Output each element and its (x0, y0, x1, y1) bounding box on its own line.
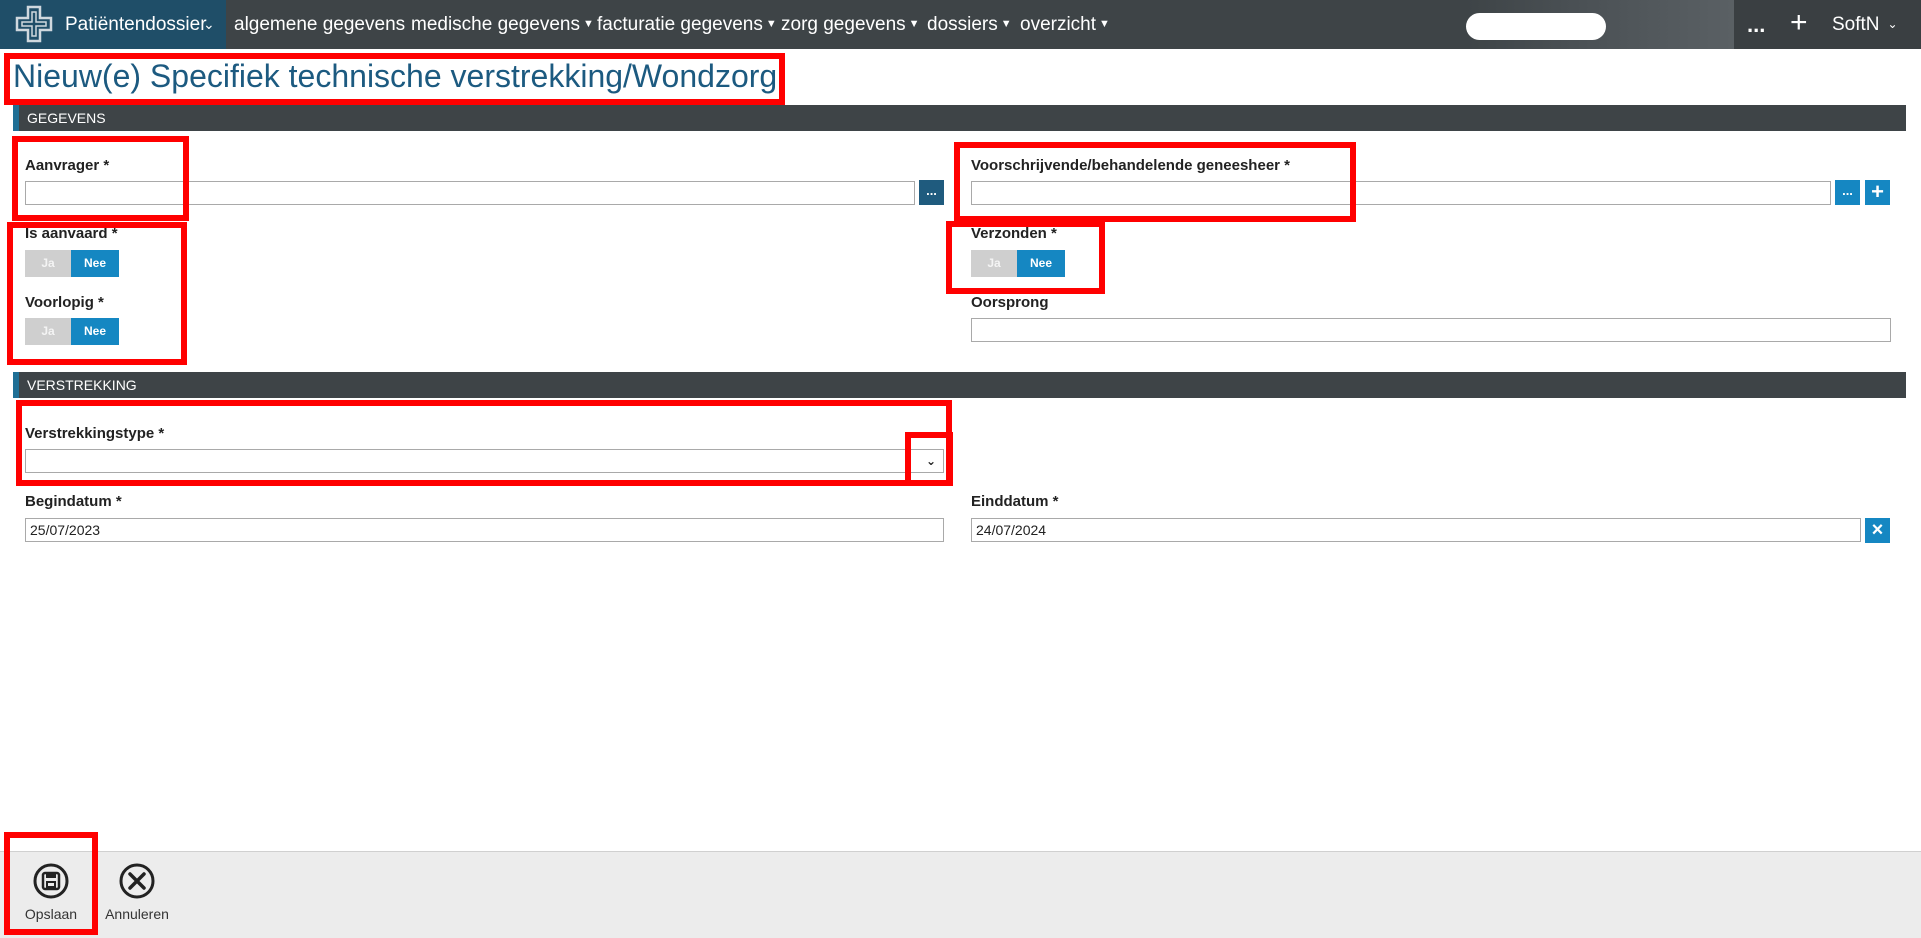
close-icon (119, 863, 155, 899)
menu-zorg-gegevens[interactable]: zorg gegevens ▼ (781, 14, 920, 36)
oorsprong-label: Oorsprong (971, 294, 1049, 311)
chevron-down-icon: ⌄ (203, 16, 215, 32)
verzonden-nee-option[interactable]: Nee (1017, 250, 1065, 277)
save-icon (33, 863, 69, 899)
search-input[interactable] (1466, 13, 1606, 40)
caret-down-icon: ▼ (765, 18, 777, 30)
aanvrager-lookup-button[interactable]: ... (919, 180, 944, 205)
menu-algemene-gegevens[interactable]: algemene gegevens (234, 14, 405, 36)
footer-action-bar: Opslaan Annuleren (0, 851, 1921, 938)
voorlopig-nee-option[interactable]: Nee (71, 318, 119, 345)
menu-label: overzicht (1020, 14, 1097, 35)
add-new-button[interactable]: + (1790, 8, 1808, 38)
menu-facturatie-gegevens[interactable]: facturatie gegevens ▼ (597, 14, 777, 36)
aanvrager-label: Aanvrager * (25, 157, 110, 174)
begindatum-label: Begindatum * (25, 493, 122, 510)
menu-label: medische gegevens (411, 14, 580, 35)
verzonden-ja-option[interactable]: Ja (971, 250, 1017, 277)
caret-down-icon: ▼ (1099, 18, 1110, 30)
user-menu[interactable]: SoftN ⌄ (1832, 14, 1898, 36)
menu-medische-gegevens[interactable]: medische gegevens ▼ (411, 14, 594, 36)
oorsprong-input[interactable] (971, 318, 1891, 342)
top-navigation-bar: Patiëntendossier ⌄ algemene gegevens med… (0, 0, 1921, 49)
section-header-gegevens: GEGEVENS (13, 105, 1906, 131)
menu-label: zorg gegevens (781, 14, 906, 35)
geneesheer-label: Voorschrijvende/behandelende geneesheer … (971, 157, 1290, 174)
page-title: Nieuw(e) Specifiek technische verstrekki… (13, 58, 778, 94)
cancel-button[interactable]: Annuleren (97, 852, 177, 922)
cancel-label: Annuleren (105, 906, 169, 922)
verzonden-toggle[interactable]: Ja Nee (971, 250, 1065, 277)
patient-dossier-menu[interactable]: Patiëntendossier ⌄ (0, 0, 226, 49)
is-aanvaard-toggle[interactable]: Ja Nee (25, 250, 119, 277)
caret-down-icon: ▼ (583, 18, 594, 30)
einddatum-input[interactable] (971, 518, 1861, 542)
more-options-button[interactable]: ... (1747, 12, 1765, 38)
is-aanvaard-label: Is aanvaard * (25, 225, 118, 242)
caret-down-icon: ▼ (908, 18, 920, 30)
patient-dossier-label: Patiëntendossier (65, 14, 207, 35)
caret-down-icon: ▼ (1000, 18, 1012, 30)
einddatum-label: Einddatum * (971, 493, 1059, 510)
save-button[interactable]: Opslaan (11, 852, 91, 922)
annotation-box-verstrekkingstype (16, 400, 952, 486)
save-label: Opslaan (24, 906, 78, 922)
menu-label: facturatie gegevens (597, 14, 763, 35)
chevron-down-icon: ⌄ (1887, 17, 1898, 31)
begindatum-input[interactable] (25, 518, 944, 542)
geneesheer-lookup-button[interactable]: ... (1835, 180, 1860, 205)
chevron-down-icon[interactable]: ⌄ (922, 452, 940, 470)
section-header-verstrekking: VERSTREKKING (13, 372, 1906, 398)
voorlopig-label: Voorlopig * (25, 294, 104, 311)
verstrekkingstype-select[interactable]: ⌄ (25, 449, 944, 473)
is-aanvaard-nee-option[interactable]: Nee (71, 250, 119, 277)
menu-overzicht[interactable]: overzicht ▼ (1020, 14, 1110, 36)
menu-dossiers[interactable]: dossiers ▼ (927, 14, 1012, 36)
is-aanvaard-ja-option[interactable]: Ja (25, 250, 71, 277)
voorlopig-toggle[interactable]: Ja Nee (25, 318, 119, 345)
verstrekkingstype-label: Verstrekkingstype * (25, 425, 165, 442)
voorlopig-ja-option[interactable]: Ja (25, 318, 71, 345)
aanvrager-input[interactable] (25, 181, 915, 205)
verzonden-label: Verzonden * (971, 225, 1057, 242)
einddatum-clear-button[interactable]: × (1865, 518, 1890, 543)
user-name: SoftN (1832, 14, 1880, 35)
geneesheer-add-button[interactable]: + (1865, 180, 1890, 205)
menu-label: algemene gegevens (234, 14, 406, 35)
menu-label: dossiers (927, 14, 998, 35)
geneesheer-input[interactable] (971, 181, 1831, 205)
annotation-box-aanvrager (12, 136, 189, 221)
medical-cross-logo-icon (15, 5, 53, 43)
